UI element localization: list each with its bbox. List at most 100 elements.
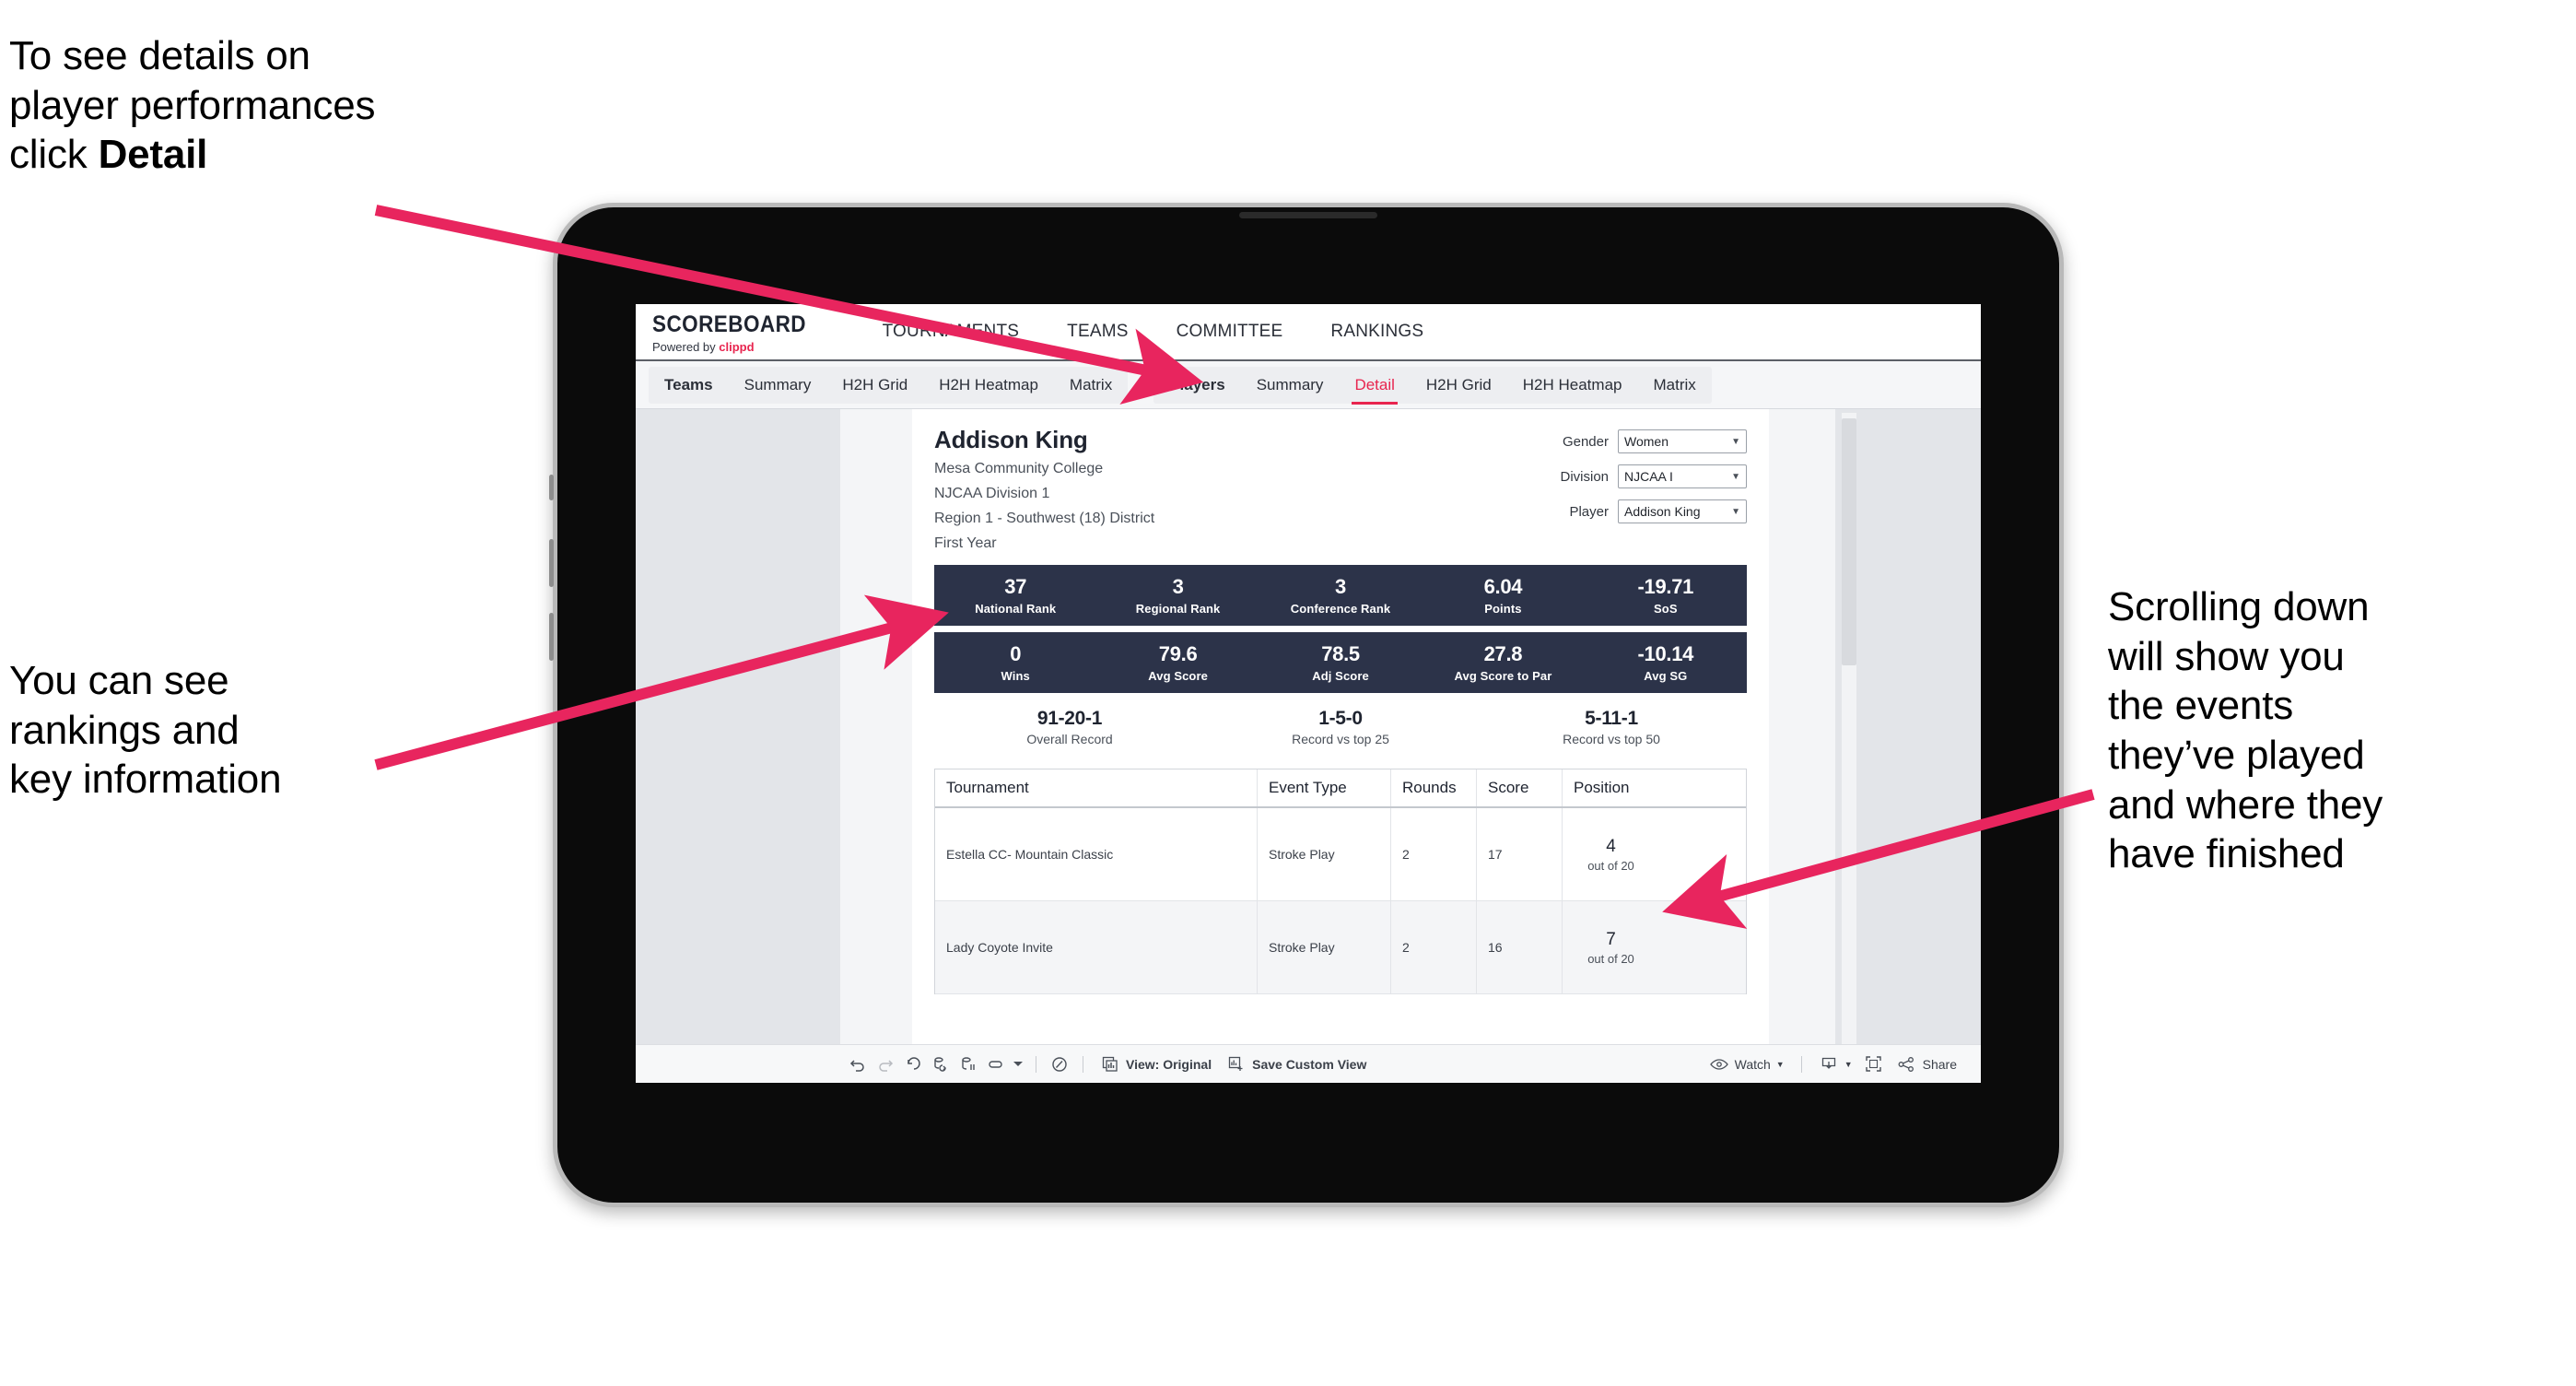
pan-icon[interactable] (982, 1051, 1010, 1078)
download-button[interactable]: ▼ (1811, 1054, 1860, 1075)
player-header: Addison King Mesa Community College NJCA… (914, 426, 1767, 554)
position-value: 7 (1606, 929, 1616, 949)
toolbar-divider (1800, 1055, 1802, 1073)
pause-updates-icon[interactable] (954, 1051, 982, 1078)
nav-item-committee[interactable]: COMMITTEE (1153, 304, 1307, 360)
tab-players-h2h-heatmap[interactable]: H2H Heatmap (1507, 367, 1638, 404)
vertical-scrollbar-thumb[interactable] (1842, 418, 1856, 665)
refresh-data-icon[interactable] (927, 1051, 954, 1078)
chevron-down-icon: ▼ (1731, 436, 1740, 447)
filter-value-player: Addison King (1624, 504, 1701, 519)
stat-value: -10.14 (1637, 642, 1694, 666)
share-button[interactable]: Share (1888, 1054, 1964, 1075)
record-label: Record vs top 25 (1292, 732, 1389, 747)
stat-adj-score: 78.5 Adj Score (1259, 642, 1422, 683)
chevron-down-icon: ▼ (1844, 1059, 1853, 1069)
stat-avg-sg: -10.14 Avg SG (1585, 642, 1747, 683)
stat-label: Adj Score (1312, 669, 1369, 684)
undo-icon[interactable] (844, 1051, 872, 1078)
stat-wins: 0 Wins (934, 642, 1096, 683)
tab-teams-summary[interactable]: Summary (729, 367, 827, 404)
record-value: 91-20-1 (1036, 708, 1103, 730)
stat-value: -19.71 (1637, 575, 1694, 599)
filter-select-gender[interactable]: Women ▼ (1618, 429, 1747, 453)
position-out-of: out of 20 (1587, 951, 1634, 966)
nav-item-tournaments[interactable]: TOURNAMENTS (859, 304, 1044, 360)
column-header-rounds[interactable]: Rounds (1391, 769, 1477, 807)
stat-conference-rank: 3 Conference Rank (1259, 575, 1422, 616)
filter-label-player: Player (1569, 503, 1609, 520)
stat-label: National Rank (975, 602, 1057, 617)
stat-value: 6.04 (1483, 575, 1523, 599)
position-value: 4 (1606, 836, 1616, 856)
cell-score: 17 (1477, 808, 1563, 901)
save-custom-view-label: Save Custom View (1252, 1056, 1367, 1072)
nav-item-teams[interactable]: TEAMS (1043, 304, 1152, 360)
brand-subtitle: Powered by clippd (652, 340, 824, 354)
filter-select-player[interactable]: Addison King ▼ (1618, 499, 1747, 523)
cell-position: 7 out of 20 (1563, 901, 1659, 993)
stat-value: 79.6 (1158, 642, 1198, 666)
table-row[interactable]: Estella CC- Mountain Classic Stroke Play… (935, 808, 1746, 902)
stat-label: Points (1484, 602, 1522, 617)
tab-players[interactable]: Players (1153, 367, 1241, 404)
revert-icon[interactable] (899, 1051, 927, 1078)
tab-players-matrix[interactable]: Matrix (1637, 367, 1711, 404)
fullscreen-icon[interactable] (1860, 1051, 1888, 1078)
filter-row-division: Division NJCAA I ▼ (1548, 464, 1747, 488)
filter-label-gender: Gender (1562, 433, 1609, 450)
tab-players-detail[interactable]: Detail (1339, 367, 1410, 405)
stat-avg-score-to-par: 27.8 Avg Score to Par (1422, 642, 1584, 683)
tab-group-teams: Teams Summary H2H Grid H2H Heatmap Matri… (649, 366, 1129, 404)
secondary-tab-strip: Teams Summary H2H Grid H2H Heatmap Matri… (636, 361, 1981, 409)
tab-teams-h2h-heatmap[interactable]: H2H Heatmap (923, 367, 1054, 404)
stat-value: 3 (1335, 575, 1346, 599)
tablet-volume-down-button (549, 613, 554, 661)
tab-teams[interactable]: Teams (649, 367, 729, 404)
save-custom-view-button[interactable]: Save Custom View (1219, 1054, 1374, 1075)
watch-button[interactable]: Watch ▼ (1702, 1054, 1792, 1075)
chevron-down-icon[interactable] (1010, 1051, 1026, 1078)
stat-label: Avg Score to Par (1454, 669, 1552, 684)
nav-item-rankings[interactable]: RANKINGS (1306, 304, 1447, 360)
column-header-score[interactable]: Score (1477, 769, 1563, 807)
record-value: 5-11-1 (1585, 708, 1638, 730)
dashboard-card: Addison King Mesa Community College NJCA… (840, 409, 1835, 1044)
redo-icon[interactable] (872, 1051, 899, 1078)
tab-players-summary[interactable]: Summary (1241, 367, 1340, 404)
cell-rounds: 2 (1391, 901, 1477, 994)
stat-bar-rankings: 37 National Rank 3 Regional Rank 3 Confe… (934, 565, 1747, 627)
filter-row-player: Player Addison King ▼ (1548, 499, 1747, 523)
view-icon (1100, 1054, 1120, 1075)
cell-position: 4 out of 20 (1563, 808, 1659, 900)
cell-event-type: Stroke Play (1258, 901, 1391, 994)
view-original-button[interactable]: View: Original (1093, 1054, 1219, 1075)
cell-tournament: Estella CC- Mountain Classic (935, 808, 1258, 901)
tab-players-h2h-grid[interactable]: H2H Grid (1411, 367, 1507, 404)
brand-clippd-text: clippd (719, 340, 755, 354)
column-header-event-type[interactable]: Event Type (1258, 769, 1391, 807)
record-overall: 91-20-1 Overall Record (934, 708, 1205, 746)
stat-value: 0 (1010, 642, 1022, 666)
highlight-icon[interactable] (1046, 1051, 1073, 1078)
table-row[interactable]: Lady Coyote Invite Stroke Play 2 16 7 ou… (935, 901, 1746, 995)
stat-sos: -19.71 SoS (1585, 575, 1747, 616)
filter-select-division[interactable]: NJCAA I ▼ (1618, 464, 1747, 488)
filter-panel: Gender Women ▼ Division NJCAA I ▼ Player… (1548, 426, 1747, 554)
stat-label: Avg SG (1644, 669, 1688, 684)
viz-toolbar: View: Original Save Custom View Watch ▼ (636, 1044, 1981, 1083)
stat-bar-scoring: 0 Wins 79.6 Avg Score 78.5 Adj Score 27.… (934, 632, 1747, 694)
callout-detail-bold: Detail (98, 132, 208, 178)
record-row: 91-20-1 Overall Record 1-5-0 Record vs t… (934, 708, 1747, 746)
column-header-tournament[interactable]: Tournament (935, 769, 1258, 807)
tab-teams-matrix[interactable]: Matrix (1054, 367, 1128, 404)
view-original-label: View: Original (1126, 1056, 1212, 1072)
chevron-down-icon: ▼ (1775, 1059, 1785, 1069)
chevron-down-icon: ▼ (1731, 506, 1740, 517)
brand-logo[interactable]: SCOREBOARD Powered by clippd (636, 304, 838, 359)
tablet-screen: SCOREBOARD Powered by clippd TOURNAMENTS… (636, 304, 1981, 1083)
tab-teams-h2h-grid[interactable]: H2H Grid (826, 367, 923, 404)
brand-powered-text: Powered by (652, 340, 720, 354)
stat-label: Wins (1001, 669, 1030, 684)
column-header-position[interactable]: Position (1563, 769, 1659, 806)
